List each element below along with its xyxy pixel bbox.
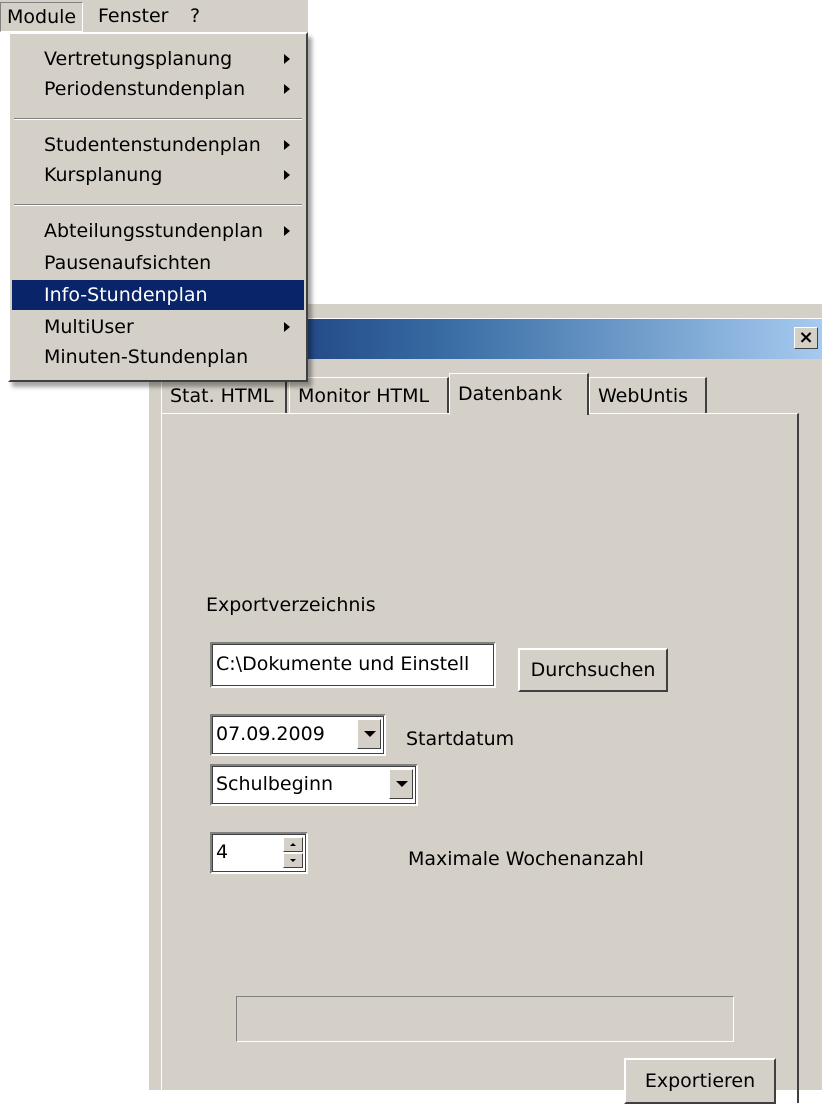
spin-down-icon[interactable] <box>283 853 303 868</box>
module-dropdown-menu: Vertretungsplanung Periodenstundenplan S… <box>8 32 308 382</box>
menu-item-info-stundenplan[interactable]: Info-Stundenplan <box>12 280 304 310</box>
weeks-stepper[interactable]: 4 <box>210 832 308 874</box>
menu-item-label: Vertretungsplanung <box>44 48 233 70</box>
tab-label: Datenbank <box>458 383 563 405</box>
chevron-right-icon <box>284 84 290 94</box>
export-dir-label: Exportverzeichnis <box>206 594 376 616</box>
menu-separator <box>14 204 302 206</box>
chevron-down-icon[interactable] <box>357 719 381 749</box>
tab-stat-html[interactable]: Stat. HTML <box>161 377 287 413</box>
weeks-label: Maximale Wochenanzahl <box>408 848 644 870</box>
close-button[interactable]: × <box>794 327 818 349</box>
menubar: Module Fenster ? <box>0 0 308 32</box>
menu-item-vertretungsplanung[interactable]: Vertretungsplanung <box>12 44 304 74</box>
toolbar-strip <box>308 304 822 318</box>
start-select-value: Schulbeginn <box>216 773 334 795</box>
start-date-label: Startdatum <box>406 728 515 750</box>
start-date-picker[interactable]: 07.09.2009 <box>210 714 386 756</box>
tab-webuntis[interactable]: WebUntis <box>589 377 707 413</box>
menu-item-multiuser[interactable]: MultiUser <box>12 312 304 342</box>
menu-help[interactable]: ? <box>184 2 206 30</box>
chevron-right-icon <box>284 54 290 64</box>
weeks-value: 4 <box>216 841 229 863</box>
menu-item-pausenaufsichten[interactable]: Pausenaufsichten <box>12 248 304 278</box>
tab-monitor-html[interactable]: Monitor HTML <box>289 377 449 413</box>
menu-item-label: Kursplanung <box>44 164 163 186</box>
chevron-right-icon <box>284 140 290 150</box>
menu-item-label: MultiUser <box>44 316 134 338</box>
menu-item-label: Pausenaufsichten <box>44 252 212 274</box>
chevron-right-icon <box>284 226 290 236</box>
chevron-right-icon <box>284 170 290 180</box>
chevron-right-icon <box>284 322 290 332</box>
export-dir-input[interactable]: C:\Dokumente und Einstell <box>210 642 496 688</box>
spin-up-icon[interactable] <box>283 837 303 852</box>
menu-separator <box>14 118 302 120</box>
tab-panel-datenbank: Exportverzeichnis C:\Dokumente und Einst… <box>161 413 799 1104</box>
menu-item-label: Abteilungsstundenplan <box>44 220 264 242</box>
start-select[interactable]: Schulbeginn <box>210 764 418 806</box>
export-progress-bar <box>236 996 734 1042</box>
menu-item-label: Periodenstundenplan <box>44 78 246 100</box>
start-date-value: 07.09.2009 <box>216 723 325 745</box>
tab-label: WebUntis <box>598 385 688 407</box>
browse-button[interactable]: Durchsuchen <box>518 648 668 692</box>
menu-item-studentenstundenplan[interactable]: Studentenstundenplan <box>12 130 304 160</box>
menu-item-label: Info-Stundenplan <box>44 284 208 306</box>
menu-item-kursplanung[interactable]: Kursplanung <box>12 160 304 190</box>
menu-module[interactable]: Module <box>0 2 84 32</box>
info-stundenplan-dialog: lan × Stat. HTML Monitor HTML Datenbank … <box>148 318 822 1104</box>
chevron-down-icon[interactable] <box>389 769 413 799</box>
menu-item-label: Studentenstundenplan <box>44 134 261 156</box>
tab-label: Monitor HTML <box>298 385 430 407</box>
tab-datenbank[interactable]: Datenbank <box>449 373 589 415</box>
menu-fenster[interactable]: Fenster <box>92 2 174 30</box>
menu-item-minuten-stundenplan[interactable]: Minuten-Stundenplan <box>12 342 304 372</box>
menu-item-abteilungsstundenplan[interactable]: Abteilungsstundenplan <box>12 216 304 246</box>
tab-label: Stat. HTML <box>170 385 274 407</box>
menu-item-label: Minuten-Stundenplan <box>44 346 249 368</box>
menu-item-periodenstundenplan[interactable]: Periodenstundenplan <box>12 74 304 104</box>
export-button[interactable]: Exportieren <box>624 1058 776 1104</box>
